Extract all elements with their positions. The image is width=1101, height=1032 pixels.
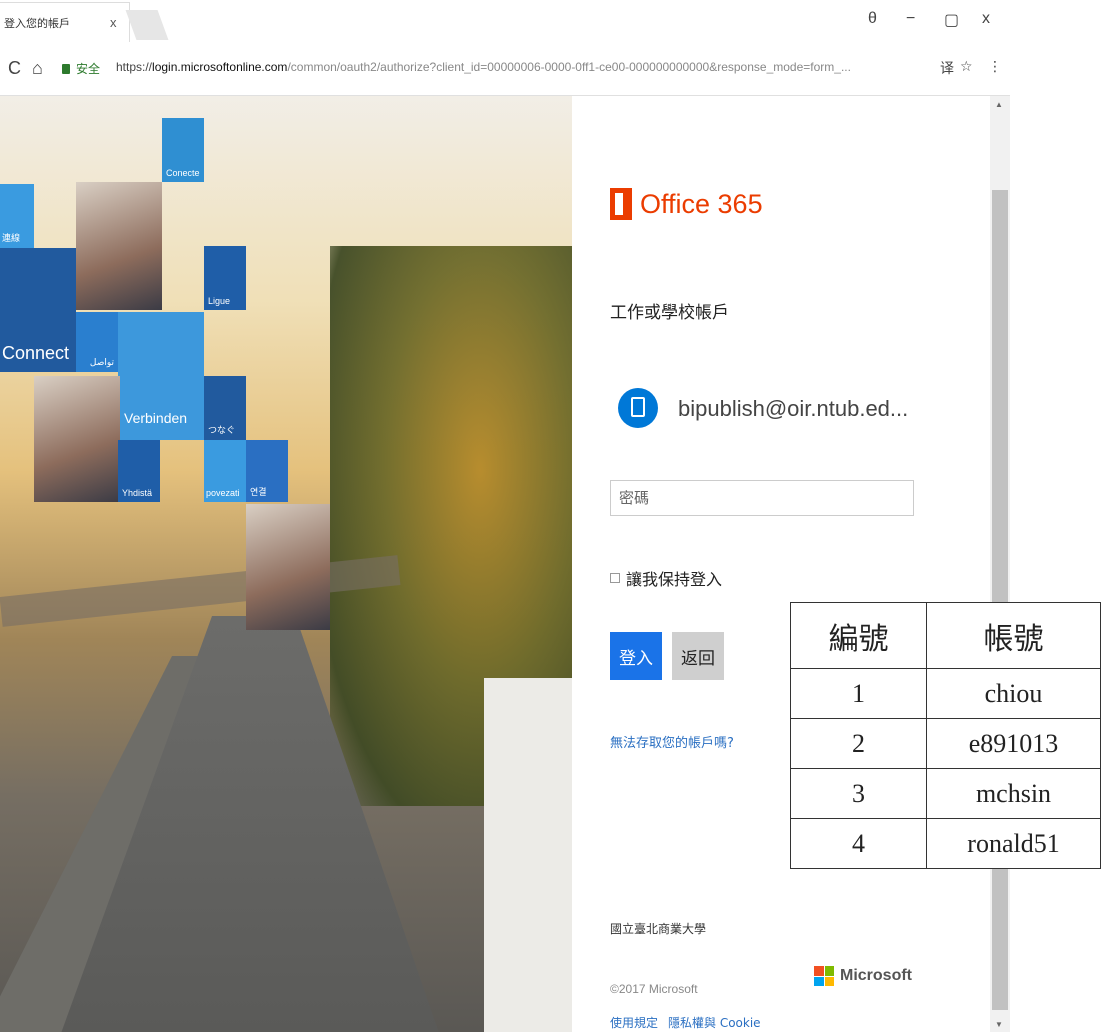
hero-tile: 연결 [246, 440, 288, 502]
organization-name: 國立臺北商業大學 [610, 922, 707, 936]
keep-signed-in-checkbox[interactable] [610, 573, 620, 583]
hero-building [484, 678, 572, 1032]
hero-tile: Connect [0, 248, 76, 372]
scroll-down-icon[interactable]: ▼ [995, 1020, 1003, 1029]
url-field[interactable]: https://login.microsoftonline.com/common… [116, 60, 936, 80]
footer-links: 使用規定 隱私權與 Cookie [610, 1014, 771, 1031]
hero-tile: Ligue [204, 246, 246, 310]
table-cell-account: chiou [926, 668, 1101, 719]
scrollbar-thumb[interactable] [992, 190, 1008, 1010]
table-row: 1 chiou [790, 668, 1101, 719]
table-cell-number: 2 [790, 718, 927, 769]
url-host: login.microsoftonline.com [152, 60, 288, 74]
translate-icon[interactable]: 译 [940, 58, 954, 78]
cant-access-link[interactable]: 無法存取您的帳戶嗎? [610, 732, 734, 751]
account-table: 編號 帳號 1 chiou 2 e891013 3 mchsin 4 ronal… [790, 602, 1101, 869]
table-row: 4 ronald51 [790, 818, 1101, 869]
hero-tile: 連線 [0, 184, 34, 248]
new-tab-button[interactable] [125, 10, 169, 40]
table-cell-account: e891013 [926, 718, 1101, 769]
table-header-row: 編號 帳號 [790, 602, 1101, 669]
restore-icon[interactable]: ▢ [944, 10, 959, 30]
close-window-icon[interactable]: x [982, 10, 990, 28]
copyright-text: ©2017 Microsoft [610, 982, 698, 996]
table-cell-number: 1 [790, 668, 927, 719]
url-scheme: https:// [116, 60, 153, 74]
hero-tile: Verbinden [118, 312, 204, 440]
office365-logo: Office 365 [610, 188, 763, 220]
table-cell-account: ronald51 [926, 818, 1101, 869]
browser-title-bar: 登入您的帳戶 x θ − ▢ x [0, 0, 1010, 44]
account-badge-icon [618, 388, 658, 428]
home-icon[interactable]: ⌂ [32, 58, 43, 79]
terms-link[interactable]: 使用規定 [610, 1016, 658, 1030]
microsoft-logo-icon [814, 966, 834, 986]
back-button[interactable]: 返回 [672, 632, 724, 680]
account-email[interactable]: bipublish@oir.ntub.ed... [678, 396, 908, 422]
url-path: /common/oauth2/authorize?client_id=00000… [287, 60, 851, 74]
address-bar: C ⌂ 安全 https://login.microsoftonline.com… [0, 44, 1010, 96]
table-cell-account: mchsin [926, 768, 1101, 819]
bookmark-star-icon[interactable]: ☆ [960, 58, 973, 75]
hero-tile: povezati [204, 440, 246, 502]
minimize-icon[interactable]: − [906, 10, 915, 28]
signin-panel: Office 365 工作或學校帳戶 bipublish@oir.ntub.ed… [572, 96, 990, 1032]
column-header-account: 帳號 [926, 602, 1101, 669]
hero-tile: تواصل [76, 312, 118, 372]
signin-heading: 工作或學校帳戶 [610, 303, 729, 323]
menu-icon[interactable]: ⋮ [988, 58, 1002, 75]
signin-button[interactable]: 登入 [610, 632, 662, 680]
keep-signed-in[interactable]: 讓我保持登入 [610, 566, 722, 590]
microsoft-logo: Microsoft [814, 966, 912, 986]
table-row: 2 e891013 [790, 718, 1101, 769]
secure-label: 安全 [76, 62, 101, 76]
hero-photo [246, 504, 330, 630]
tab-title: 登入您的帳戶 [4, 17, 70, 30]
reload-icon[interactable]: C [8, 58, 21, 79]
hero-tile: Conecte [162, 118, 204, 182]
hero-tile: つなぐ [204, 376, 246, 440]
password-input[interactable]: 密碼 [610, 480, 914, 516]
hero-photo [34, 376, 120, 502]
lock-icon [62, 64, 70, 74]
profile-icon[interactable]: θ [868, 10, 877, 28]
table-cell-number: 4 [790, 818, 927, 869]
browser-tab[interactable]: 登入您的帳戶 x [0, 2, 130, 42]
hero-photo [76, 182, 162, 310]
table-cell-number: 3 [790, 768, 927, 819]
tab-close-icon[interactable]: x [110, 15, 117, 30]
privacy-link[interactable]: 隱私權與 Cookie [668, 1016, 761, 1030]
table-row: 3 mchsin [790, 768, 1101, 819]
brand-name: Office 365 [640, 188, 763, 219]
keep-signed-in-label: 讓我保持登入 [626, 570, 723, 589]
scroll-up-icon[interactable]: ▲ [995, 100, 1003, 109]
microsoft-label: Microsoft [840, 967, 912, 984]
hero-image: Conecte 連線 Ligue Connect تواصل Verbinden… [0, 96, 572, 1032]
column-header-number: 編號 [790, 602, 927, 669]
hero-tile: Yhdistä [118, 440, 160, 502]
office-icon [610, 188, 632, 220]
